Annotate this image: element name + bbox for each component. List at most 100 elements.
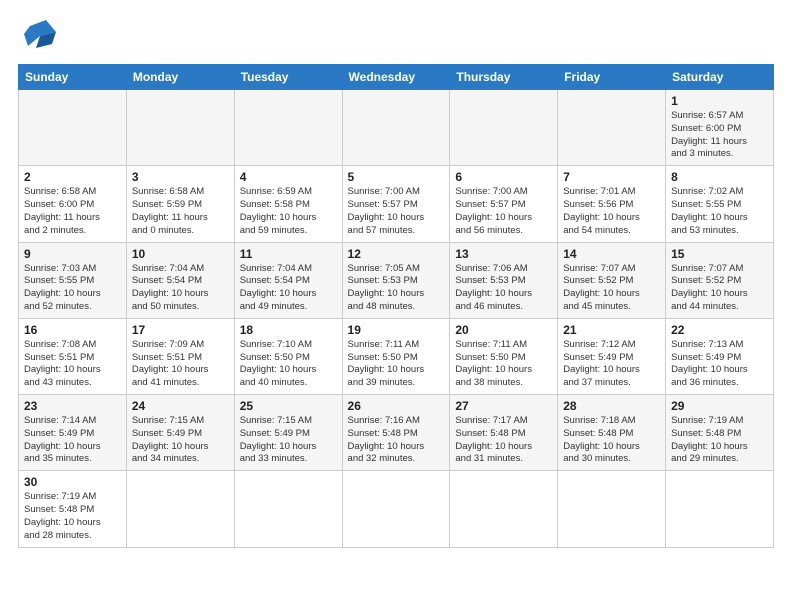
calendar-cell: 29 Sunrise: 7:19 AM Sunset: 5:48 PM Dayli… (666, 395, 774, 471)
day-number: 10 (132, 247, 229, 261)
day-number: 27 (455, 399, 552, 413)
day-number: 3 (132, 170, 229, 184)
calendar-week-1: 1 Sunrise: 6:57 AM Sunset: 6:00 PM Daylig… (19, 90, 774, 166)
day-info: Sunrise: 6:58 AM Sunset: 5:59 PM Dayligh… (132, 186, 229, 237)
weekday-header-thursday: Thursday (450, 65, 558, 90)
calendar-cell: 4 Sunrise: 6:59 AM Sunset: 5:58 PM Daylig… (234, 166, 342, 242)
calendar-cell: 1 Sunrise: 6:57 AM Sunset: 6:00 PM Daylig… (666, 90, 774, 166)
page: SundayMondayTuesdayWednesdayThursdayFrid… (0, 0, 792, 612)
calendar-week-3: 9Sunrise: 7:03 AM Sunset: 5:55 PM Daylig… (19, 242, 774, 318)
calendar-cell: 20Sunrise: 7:11 AM Sunset: 5:50 PM Dayli… (450, 318, 558, 394)
day-info: Sunrise: 7:12 AM Sunset: 5:49 PM Dayligh… (563, 339, 660, 390)
day-info: Sunrise: 7:19 AM Sunset: 5:48 PM Dayligh… (671, 415, 768, 466)
day-number: 13 (455, 247, 552, 261)
calendar-cell: 21 Sunrise: 7:12 AM Sunset: 5:49 PM Dayli… (558, 318, 666, 394)
calendar-cell: 23 Sunrise: 7:14 AM Sunset: 5:49 PM Dayli… (19, 395, 127, 471)
weekday-header-saturday: Saturday (666, 65, 774, 90)
calendar-cell: 8 Sunrise: 7:02 AM Sunset: 5:55 PM Daylig… (666, 166, 774, 242)
calendar-cell (558, 90, 666, 166)
day-info: Sunrise: 7:13 AM Sunset: 5:49 PM Dayligh… (671, 339, 768, 390)
day-number: 7 (563, 170, 660, 184)
day-info: Sunrise: 7:03 AM Sunset: 5:55 PM Dayligh… (24, 263, 121, 314)
weekday-row: SundayMondayTuesdayWednesdayThursdayFrid… (19, 65, 774, 90)
weekday-header-monday: Monday (126, 65, 234, 90)
calendar-cell (342, 471, 450, 547)
calendar-cell (666, 471, 774, 547)
day-info: Sunrise: 7:15 AM Sunset: 5:49 PM Dayligh… (240, 415, 337, 466)
day-number: 14 (563, 247, 660, 261)
day-number: 11 (240, 247, 337, 261)
calendar-cell (450, 90, 558, 166)
day-number: 15 (671, 247, 768, 261)
day-number: 21 (563, 323, 660, 337)
calendar-cell: 14 Sunrise: 7:07 AM Sunset: 5:52 PM Dayli… (558, 242, 666, 318)
day-number: 12 (348, 247, 445, 261)
day-number: 4 (240, 170, 337, 184)
day-number: 20 (455, 323, 552, 337)
day-number: 29 (671, 399, 768, 413)
day-info: Sunrise: 7:06 AM Sunset: 5:53 PM Dayligh… (455, 263, 552, 314)
day-number: 1 (671, 94, 768, 108)
day-info: Sunrise: 7:11 AM Sunset: 5:50 PM Dayligh… (348, 339, 445, 390)
calendar-cell: 28Sunrise: 7:18 AM Sunset: 5:48 PM Dayli… (558, 395, 666, 471)
calendar-cell (126, 471, 234, 547)
day-info: Sunrise: 7:09 AM Sunset: 5:51 PM Dayligh… (132, 339, 229, 390)
calendar-week-2: 2Sunrise: 6:58 AM Sunset: 6:00 PM Daylig… (19, 166, 774, 242)
calendar-cell: 26Sunrise: 7:16 AM Sunset: 5:48 PM Dayli… (342, 395, 450, 471)
day-info: Sunrise: 6:58 AM Sunset: 6:00 PM Dayligh… (24, 186, 121, 237)
day-number: 25 (240, 399, 337, 413)
calendar-cell: 9Sunrise: 7:03 AM Sunset: 5:55 PM Daylig… (19, 242, 127, 318)
day-info: Sunrise: 7:00 AM Sunset: 5:57 PM Dayligh… (348, 186, 445, 237)
day-info: Sunrise: 7:01 AM Sunset: 5:56 PM Dayligh… (563, 186, 660, 237)
day-info: Sunrise: 7:15 AM Sunset: 5:49 PM Dayligh… (132, 415, 229, 466)
calendar-cell: 2Sunrise: 6:58 AM Sunset: 6:00 PM Daylig… (19, 166, 127, 242)
day-number: 19 (348, 323, 445, 337)
calendar-cell: 3 Sunrise: 6:58 AM Sunset: 5:59 PM Daylig… (126, 166, 234, 242)
calendar-cell: 15Sunrise: 7:07 AM Sunset: 5:52 PM Dayli… (666, 242, 774, 318)
calendar-cell: 7 Sunrise: 7:01 AM Sunset: 5:56 PM Daylig… (558, 166, 666, 242)
calendar-cell: 5Sunrise: 7:00 AM Sunset: 5:57 PM Daylig… (342, 166, 450, 242)
day-info: Sunrise: 7:14 AM Sunset: 5:49 PM Dayligh… (24, 415, 121, 466)
calendar-cell: 24 Sunrise: 7:15 AM Sunset: 5:49 PM Dayli… (126, 395, 234, 471)
weekday-header-friday: Friday (558, 65, 666, 90)
weekday-header-wednesday: Wednesday (342, 65, 450, 90)
calendar-week-6: 30 Sunrise: 7:19 AM Sunset: 5:48 PM Dayli… (19, 471, 774, 547)
logo-icon (18, 18, 62, 54)
day-number: 22 (671, 323, 768, 337)
calendar-cell (342, 90, 450, 166)
calendar-cell: 30 Sunrise: 7:19 AM Sunset: 5:48 PM Dayli… (19, 471, 127, 547)
calendar-cell: 25 Sunrise: 7:15 AM Sunset: 5:49 PM Dayli… (234, 395, 342, 471)
day-number: 23 (24, 399, 121, 413)
calendar-cell: 18 Sunrise: 7:10 AM Sunset: 5:50 PM Dayli… (234, 318, 342, 394)
day-info: Sunrise: 6:57 AM Sunset: 6:00 PM Dayligh… (671, 110, 768, 161)
calendar-cell: 10 Sunrise: 7:04 AM Sunset: 5:54 PM Dayli… (126, 242, 234, 318)
calendar-cell: 22 Sunrise: 7:13 AM Sunset: 5:49 PM Dayli… (666, 318, 774, 394)
day-info: Sunrise: 7:05 AM Sunset: 5:53 PM Dayligh… (348, 263, 445, 314)
day-info: Sunrise: 7:04 AM Sunset: 5:54 PM Dayligh… (132, 263, 229, 314)
day-number: 18 (240, 323, 337, 337)
weekday-header-sunday: Sunday (19, 65, 127, 90)
day-info: Sunrise: 7:19 AM Sunset: 5:48 PM Dayligh… (24, 491, 121, 542)
calendar-cell (234, 471, 342, 547)
day-info: Sunrise: 6:59 AM Sunset: 5:58 PM Dayligh… (240, 186, 337, 237)
calendar-cell: 17Sunrise: 7:09 AM Sunset: 5:51 PM Dayli… (126, 318, 234, 394)
weekday-header-tuesday: Tuesday (234, 65, 342, 90)
calendar-cell: 13 Sunrise: 7:06 AM Sunset: 5:53 PM Dayli… (450, 242, 558, 318)
day-number: 6 (455, 170, 552, 184)
calendar-week-5: 23 Sunrise: 7:14 AM Sunset: 5:49 PM Dayli… (19, 395, 774, 471)
calendar-cell: 27Sunrise: 7:17 AM Sunset: 5:48 PM Dayli… (450, 395, 558, 471)
calendar-cell (234, 90, 342, 166)
calendar-header: SundayMondayTuesdayWednesdayThursdayFrid… (19, 65, 774, 90)
day-number: 30 (24, 475, 121, 489)
calendar-cell: 16Sunrise: 7:08 AM Sunset: 5:51 PM Dayli… (19, 318, 127, 394)
day-number: 24 (132, 399, 229, 413)
day-number: 8 (671, 170, 768, 184)
day-info: Sunrise: 7:02 AM Sunset: 5:55 PM Dayligh… (671, 186, 768, 237)
day-number: 16 (24, 323, 121, 337)
day-info: Sunrise: 7:07 AM Sunset: 5:52 PM Dayligh… (563, 263, 660, 314)
day-info: Sunrise: 7:10 AM Sunset: 5:50 PM Dayligh… (240, 339, 337, 390)
logo (18, 18, 66, 54)
calendar-cell: 19 Sunrise: 7:11 AM Sunset: 5:50 PM Dayli… (342, 318, 450, 394)
calendar-body: 1 Sunrise: 6:57 AM Sunset: 6:00 PM Daylig… (19, 90, 774, 548)
day-number: 28 (563, 399, 660, 413)
